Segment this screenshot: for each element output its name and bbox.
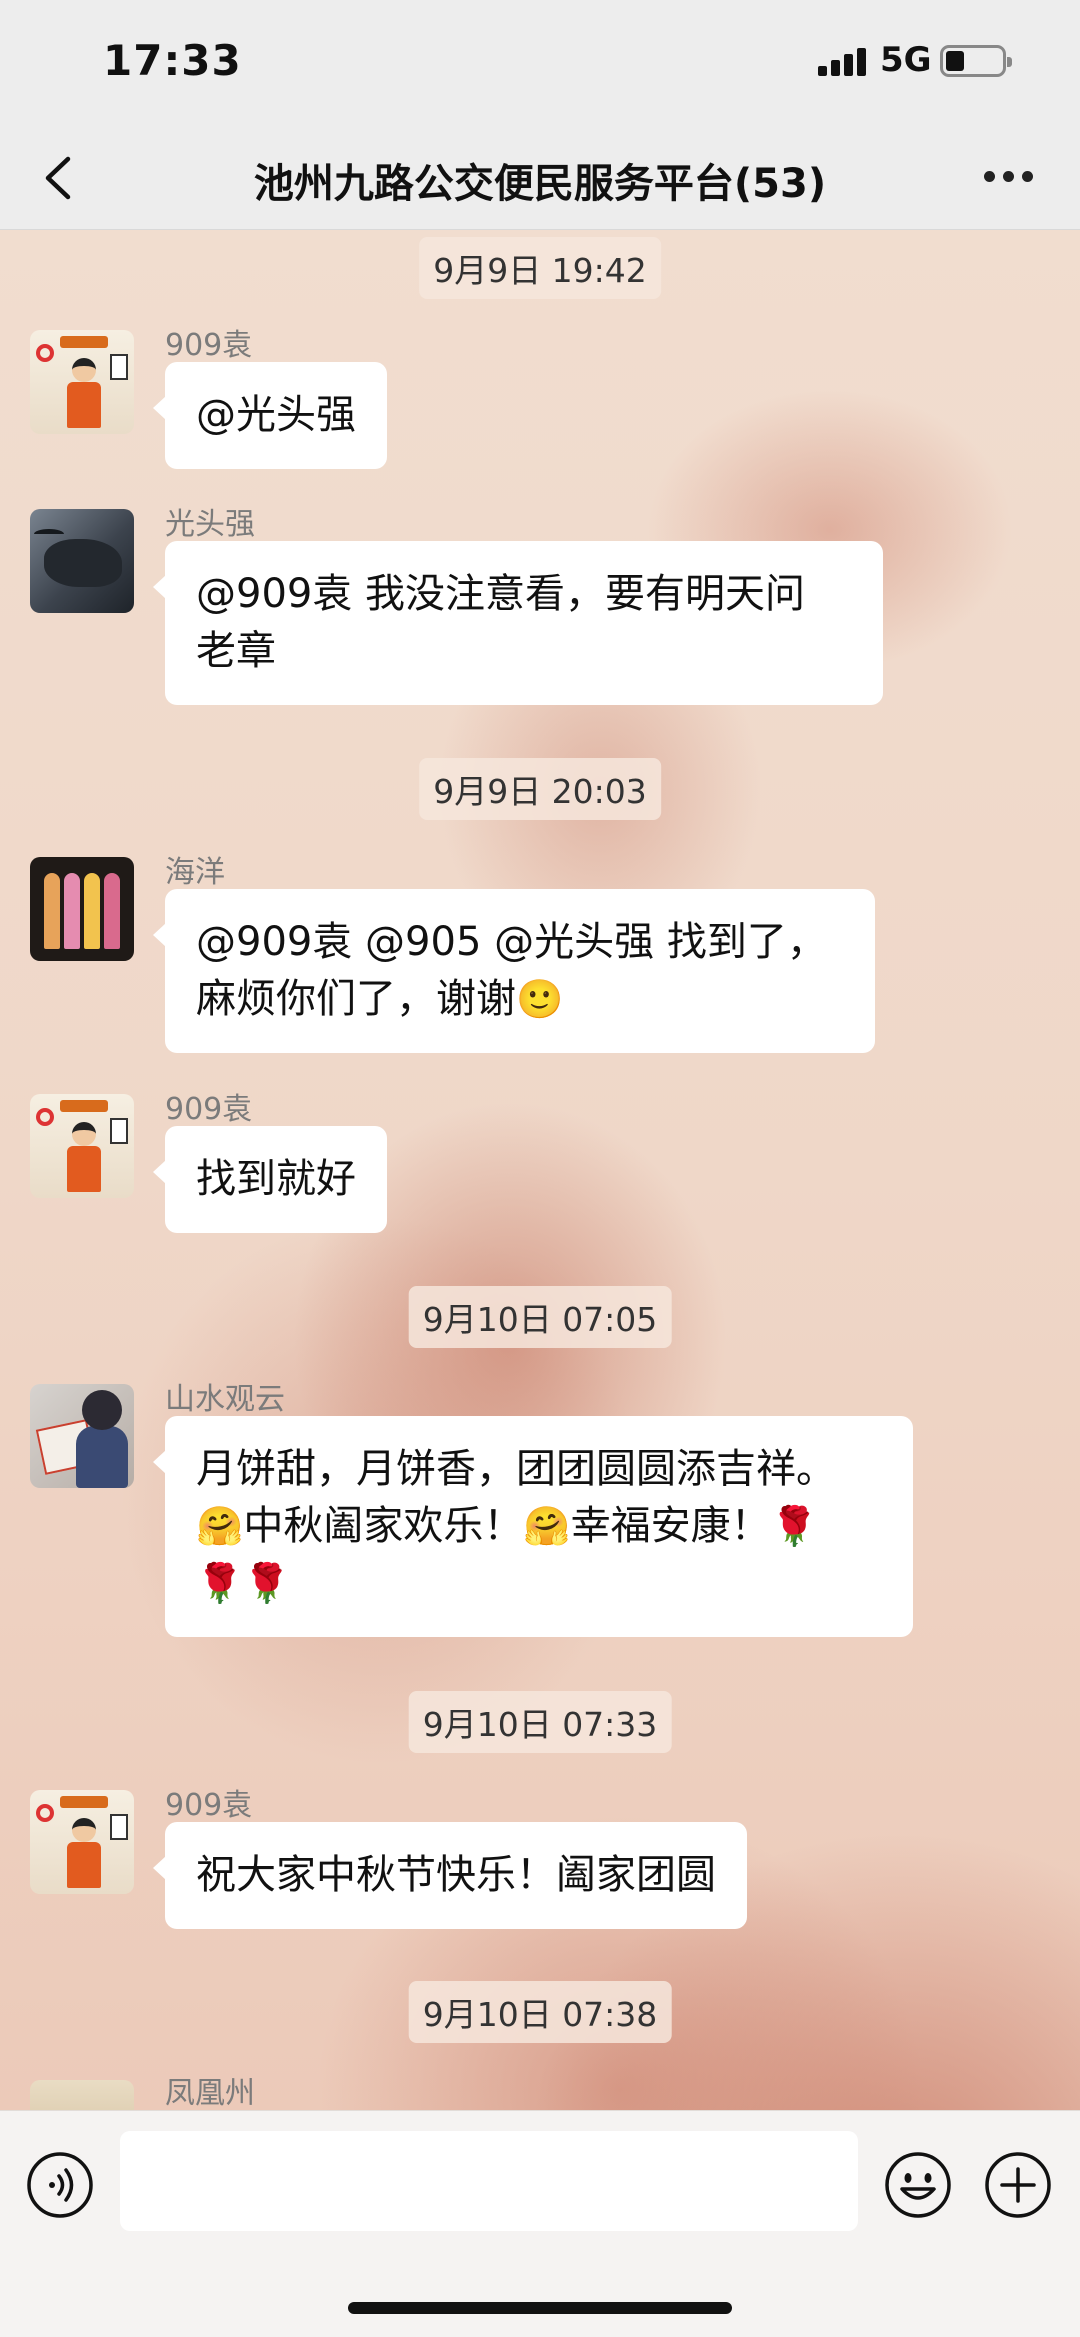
network-label: 5G xyxy=(880,40,932,80)
message-bubble[interactable]: @909袁 @905 @光头强 找到了， 麻烦你们了，谢谢🙂 xyxy=(153,889,875,1053)
timestamp: 9月9日 19:42 xyxy=(419,237,661,299)
timestamp: 9月10日 07:38 xyxy=(408,1981,672,2043)
sender-name: 凤凰州 xyxy=(165,2076,255,2110)
avatar-909yuan[interactable] xyxy=(30,1094,134,1198)
hug-emoji-icon: 🤗 xyxy=(523,1504,571,1548)
voice-input-icon[interactable] xyxy=(26,2151,94,2219)
avatar-909yuan[interactable] xyxy=(30,1790,134,1894)
emoji-icon[interactable] xyxy=(884,2151,952,2219)
home-indicator xyxy=(348,2302,732,2314)
signal-icon xyxy=(818,48,868,76)
message-text: 找到就好 xyxy=(196,1156,356,1202)
avatar-guangtouqiang[interactable] xyxy=(30,509,134,613)
hug-emoji-icon: 🤗 xyxy=(196,1504,244,1548)
status-time: 17:33 xyxy=(103,36,242,85)
timestamp: 9月10日 07:33 xyxy=(408,1691,672,1753)
message-bubble[interactable]: 祝大家中秋节快乐！阖家团圆 xyxy=(153,1822,747,1929)
message-text: 幸福安康！ xyxy=(570,1503,771,1549)
status-bar: 17:33 5G xyxy=(0,0,1080,125)
chat-header: 池州九路公交便民服务平台(53) xyxy=(0,125,1080,230)
sender-name: 光头强 xyxy=(165,507,255,542)
chat-title: 池州九路公交便民服务平台(53) xyxy=(253,161,827,207)
more-options-icon[interactable] xyxy=(984,171,1034,183)
message-text-line: @909袁 @905 @光头强 找到了， xyxy=(196,919,827,965)
plus-icon[interactable] xyxy=(984,2151,1052,2219)
message-bubble[interactable]: @909袁 我没注意看，要有明天问 老章 xyxy=(153,541,883,705)
message-text-line: 月饼甜，月饼香，团团圆圆添吉祥。 xyxy=(196,1446,836,1492)
timestamp: 9月9日 20:03 xyxy=(419,758,661,820)
avatar-fenghuangzhou[interactable] xyxy=(30,2080,134,2110)
rose-emoji-icon: 🌹 xyxy=(770,1504,818,1548)
message-text-line: 麻烦你们了，谢谢 xyxy=(196,976,516,1022)
smile-emoji-icon: 🙂 xyxy=(516,977,564,1021)
message-text-line: @909袁 我没注意看，要有明天问 xyxy=(196,571,806,617)
avatar-shanshuiguanyun[interactable] xyxy=(30,1384,134,1488)
message-bubble[interactable]: 找到就好 xyxy=(153,1126,387,1233)
sender-name: 山水观云 xyxy=(165,1382,285,1417)
timestamp: 9月10日 07:05 xyxy=(408,1286,672,1348)
sender-name: 909袁 xyxy=(165,1788,253,1823)
message-text: 中秋阖家欢乐！ xyxy=(243,1503,524,1549)
message-text: @光头强 xyxy=(196,392,356,438)
message-list[interactable]: 9月9日 19:42 909袁 @光头强 光头强 @909袁 我没注意看，要有明… xyxy=(0,230,1080,2110)
sender-name: 909袁 xyxy=(165,1092,253,1127)
message-text-line: 老章 xyxy=(196,628,276,674)
sender-name: 海洋 xyxy=(165,855,225,890)
rose-emoji-icon: 🌹 xyxy=(243,1561,291,1605)
avatar-haiyang[interactable] xyxy=(30,857,134,961)
message-text: 祝大家中秋节快乐！阖家团圆 xyxy=(196,1852,716,1898)
battery-icon xyxy=(940,45,1012,77)
rose-emoji-icon: 🌹 xyxy=(196,1561,244,1605)
avatar-909yuan[interactable] xyxy=(30,330,134,434)
message-bubble[interactable]: @光头强 xyxy=(153,362,387,469)
sender-name: 909袁 xyxy=(165,328,253,363)
message-input[interactable] xyxy=(120,2131,858,2231)
message-bubble[interactable]: 月饼甜，月饼香，团团圆圆添吉祥。 🤗中秋阖家欢乐！🤗幸福安康！🌹 🌹🌹 xyxy=(153,1416,913,1637)
